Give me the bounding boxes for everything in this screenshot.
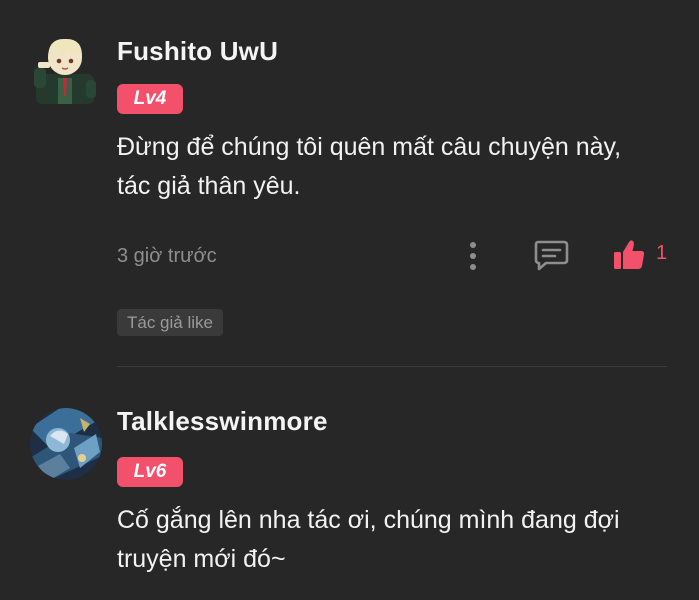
username[interactable]: Fushito UwU: [117, 36, 278, 67]
comment-text-line: tác giả thân yêu.: [117, 172, 301, 200]
username[interactable]: Talklesswinmore: [117, 406, 328, 437]
avatar[interactable]: [30, 34, 102, 106]
comment-item: Fushito UwU Lv4 Đừng để chúng tôi quên m…: [0, 0, 699, 368]
level-badge: Lv4: [117, 84, 183, 114]
level-badge: Lv6: [117, 457, 183, 487]
comment-text-line: Cố gắng lên nha tác ơi, chúng mình đang …: [117, 506, 620, 534]
more-vertical-icon: [470, 242, 476, 270]
more-options-button[interactable]: [461, 240, 485, 274]
comment-text-line: truyện mới đó~: [117, 545, 286, 573]
reply-comment-icon: [534, 240, 569, 271]
like-button[interactable]: 1: [612, 238, 676, 274]
author-liked-tag: Tác giả like: [117, 309, 223, 336]
comment-text: Cố gắng lên nha tác ơi, chúng mình đang …: [117, 501, 677, 579]
divider: [117, 366, 667, 367]
comment-text-line: Đừng để chúng tôi quên mất câu chuyện nà…: [117, 133, 622, 161]
thumbs-up-icon: [614, 240, 645, 269]
timestamp: 3 giờ trước: [117, 245, 217, 267]
comment-text: Đừng để chúng tôi quên mất câu chuyện nà…: [117, 128, 677, 206]
reply-button[interactable]: [532, 238, 570, 272]
avatar[interactable]: [30, 408, 102, 480]
comment-item: Talklesswinmore Lv6 Cố gắng lên nha tác …: [0, 368, 699, 600]
like-count: 1: [656, 242, 668, 264]
